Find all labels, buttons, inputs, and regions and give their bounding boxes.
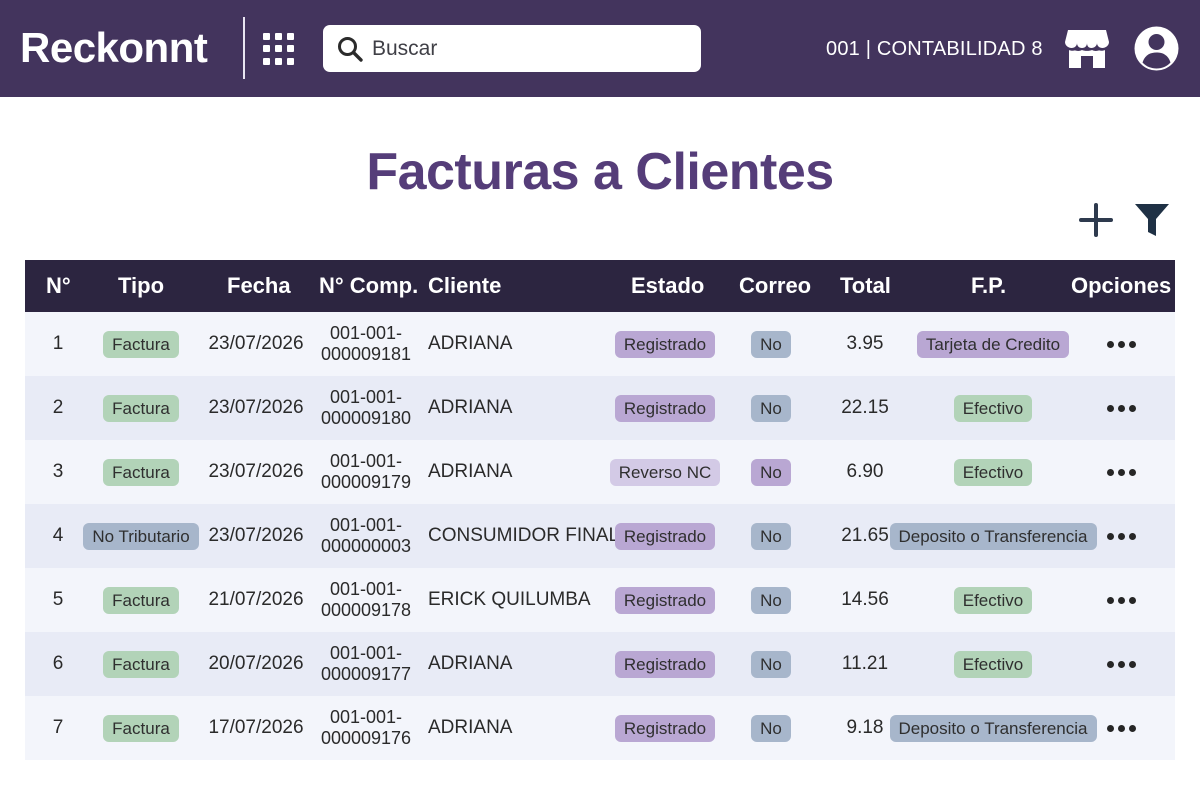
fecha-cell: 20/07/2026: [208, 653, 304, 674]
correo-badge: No: [751, 330, 791, 358]
estado-badge: Registrado: [614, 522, 716, 550]
col-header-correo[interactable]: Correo: [739, 260, 811, 312]
correo-badge: No: [751, 586, 791, 614]
row-number: 6: [52, 653, 64, 674]
more-horizontal-icon[interactable]: [1106, 660, 1136, 668]
user-icon[interactable]: [1134, 26, 1179, 71]
correo-badge: No: [751, 458, 791, 486]
correo-badge: No: [751, 650, 791, 678]
fp-badge: Efectivo: [953, 586, 1033, 614]
col-header-tipo[interactable]: Tipo: [118, 260, 164, 312]
estado-badge: Registrado: [614, 650, 716, 678]
table-row[interactable]: 7 Factura 17/07/2026 001-001- 000009176 A…: [25, 696, 1175, 760]
col-header-num[interactable]: N°: [46, 260, 71, 312]
more-horizontal-icon[interactable]: [1106, 404, 1136, 412]
comprobante-cell[interactable]: 001-001- 000009176: [315, 696, 417, 760]
table-row[interactable]: 1 Factura 23/07/2026 001-001- 000009181 A…: [25, 312, 1175, 376]
row-number: 4: [52, 525, 64, 546]
tipo-badge: Factura: [103, 650, 179, 678]
fp-badge: Efectivo: [953, 650, 1033, 678]
correo-badge: No: [751, 714, 791, 742]
row-number: 2: [52, 397, 64, 418]
more-horizontal-icon[interactable]: [1106, 532, 1136, 540]
estado-badge: Reverso NC: [609, 458, 721, 486]
tipo-badge: Factura: [103, 330, 179, 358]
table-row[interactable]: 5 Factura 21/07/2026 001-001- 000009178 E…: [25, 568, 1175, 632]
apps-grid-icon[interactable]: [263, 33, 295, 65]
col-header-total[interactable]: Total: [840, 260, 891, 312]
col-header-opciones: Opciones: [1071, 273, 1172, 298]
top-bar: Reckonnt 001 | CONTABILIDAD 8: [0, 0, 1200, 97]
tipo-badge: Factura: [103, 714, 179, 742]
cliente-cell: CONSUMIDOR FINAL: [428, 525, 620, 546]
row-number: 7: [52, 717, 64, 738]
cliente-cell: ADRIANA: [428, 397, 513, 418]
tipo-badge: Factura: [103, 586, 179, 614]
cliente-cell: ADRIANA: [428, 333, 513, 354]
more-horizontal-icon[interactable]: [1106, 468, 1136, 476]
more-horizontal-icon[interactable]: [1106, 596, 1136, 604]
col-header-comp[interactable]: N° Comp.: [319, 260, 418, 312]
table-row[interactable]: 4 No Tributario 23/07/2026 001-001- 00000…: [25, 504, 1175, 568]
table-body: 1 Factura 23/07/2026 001-001- 000009181 A…: [25, 312, 1175, 760]
cliente-cell: ADRIANA: [428, 461, 513, 482]
plus-icon[interactable]: [1079, 203, 1113, 237]
fecha-cell: 23/07/2026: [208, 461, 304, 482]
company-selector[interactable]: 001 | CONTABILIDAD 8: [826, 35, 1043, 63]
col-header-cliente[interactable]: Cliente: [428, 260, 501, 312]
invoices-table: N° Tipo Fecha N° Comp. Cliente Estado Co…: [25, 260, 1175, 760]
fp-badge: Tarjeta de Credito: [916, 330, 1070, 358]
comprobante-cell[interactable]: 001-001- 000009178: [315, 568, 417, 632]
table-row[interactable]: 3 Factura 23/07/2026 001-001- 000009179 A…: [25, 440, 1175, 504]
estado-badge: Registrado: [614, 714, 716, 742]
fp-badge: Deposito o Transferencia: [889, 522, 1097, 550]
col-header-fp[interactable]: F.P.: [971, 260, 1006, 312]
row-number: 3: [52, 461, 64, 482]
store-icon[interactable]: [1064, 26, 1110, 70]
tipo-badge: Factura: [103, 394, 179, 422]
comprobante-cell[interactable]: 001-001- 000009179: [315, 440, 417, 504]
more-horizontal-icon[interactable]: [1106, 724, 1136, 732]
col-header-fecha[interactable]: Fecha: [227, 260, 291, 312]
comprobante-cell[interactable]: 001-001- 000009181: [315, 312, 417, 376]
comprobante-cell[interactable]: 001-001- 000009177: [315, 632, 417, 696]
correo-badge: No: [751, 522, 791, 550]
tipo-badge: Factura: [103, 458, 179, 486]
fecha-cell: 17/07/2026: [208, 717, 304, 738]
comprobante-cell[interactable]: 001-001- 000009180: [315, 376, 417, 440]
more-horizontal-icon[interactable]: [1106, 340, 1136, 348]
page-title: Facturas a Clientes: [366, 143, 834, 201]
app-logo[interactable]: Reckonnt: [20, 22, 208, 74]
cliente-cell: ADRIANA: [428, 717, 513, 738]
correo-badge: No: [751, 394, 791, 422]
estado-badge: Registrado: [614, 586, 716, 614]
tipo-badge: No Tributario: [83, 522, 199, 550]
cliente-cell: ERICK QUILUMBA: [428, 589, 591, 610]
col-header-estado[interactable]: Estado: [631, 260, 704, 312]
search-box[interactable]: [323, 25, 701, 72]
fecha-cell: 21/07/2026: [208, 589, 304, 610]
estado-badge: Registrado: [614, 394, 716, 422]
search-icon: [338, 36, 363, 62]
estado-badge: Registrado: [614, 330, 716, 358]
fecha-cell: 23/07/2026: [208, 525, 304, 546]
cliente-cell: ADRIANA: [428, 653, 513, 674]
fp-badge: Efectivo: [953, 458, 1033, 486]
comprobante-cell[interactable]: 001-001- 000000003: [315, 504, 417, 568]
fp-badge: Deposito o Transferencia: [889, 714, 1097, 742]
logo-divider: [243, 17, 245, 79]
table-header: N° Tipo Fecha N° Comp. Cliente Estado Co…: [25, 260, 1175, 312]
fp-badge: Efectivo: [953, 394, 1033, 422]
table-row[interactable]: 2 Factura 23/07/2026 001-001- 000009180 A…: [25, 376, 1175, 440]
table-row[interactable]: 6 Factura 20/07/2026 001-001- 000009177 A…: [25, 632, 1175, 696]
row-number: 1: [52, 333, 64, 354]
fecha-cell: 23/07/2026: [208, 397, 304, 418]
fecha-cell: 23/07/2026: [208, 333, 304, 354]
search-input[interactable]: [372, 25, 692, 72]
filter-icon[interactable]: [1134, 202, 1170, 238]
row-number: 5: [52, 589, 64, 610]
